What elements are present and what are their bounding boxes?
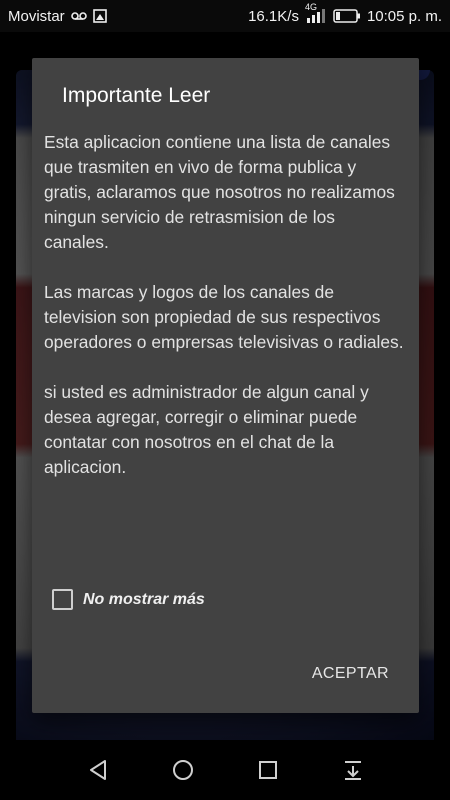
carrier-name: Movistar (8, 7, 65, 25)
voicemail-icon (70, 11, 87, 21)
notice-dialog: Importante Leer Esta aplicacion contiene… (32, 58, 419, 713)
accept-button[interactable]: ACEPTAR (312, 662, 389, 686)
back-icon[interactable] (78, 750, 118, 790)
clock: 10:05 p. m. (366, 7, 442, 25)
network-speed: 16.1K/s (248, 7, 299, 25)
signal-icon: 4G (305, 2, 327, 24)
image-icon (92, 9, 107, 23)
dont-show-again-row[interactable]: No mostrar más (52, 589, 205, 610)
dialog-title: Importante Leer (62, 84, 211, 107)
home-icon[interactable] (163, 750, 203, 790)
dialog-message: Esta aplicacion contiene una lista de ca… (44, 132, 404, 477)
recents-icon[interactable] (248, 750, 288, 790)
notification-pull-icon[interactable] (333, 750, 373, 790)
battery-icon (333, 9, 361, 23)
status-bar: Movistar 16.1K/s 4G 10:05 p. m. (0, 0, 450, 32)
network-type: 4G (304, 2, 317, 12)
dont-show-again-checkbox[interactable] (52, 589, 73, 610)
dont-show-again-label[interactable]: No mostrar más (83, 591, 205, 609)
navigation-bar (0, 740, 450, 800)
